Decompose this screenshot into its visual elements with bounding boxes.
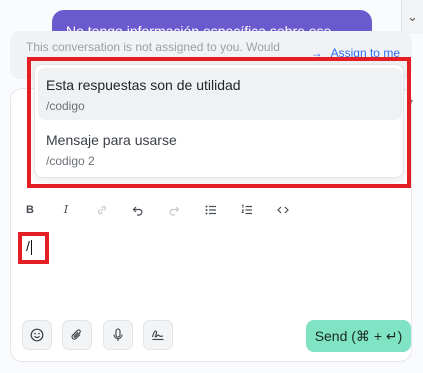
bold-icon[interactable]: B — [22, 200, 38, 220]
attach-file-button[interactable] — [62, 320, 92, 350]
send-label: Send (⌘ + ↵) — [314, 328, 403, 344]
microphone-icon — [113, 328, 123, 341]
scroll-down-button[interactable]: ⌄ — [401, 0, 423, 34]
signature-icon — [151, 330, 164, 341]
emoji-button[interactable] — [22, 320, 52, 350]
popup-highlight-box — [27, 57, 411, 188]
bullet-list-icon[interactable] — [203, 200, 219, 220]
editor-highlight-box — [18, 232, 49, 264]
chevron-down-icon: ⌄ — [407, 9, 418, 24]
notice-text: This conversation is not assigned to you… — [26, 40, 280, 54]
chat-screen: No tengo información específica sobre es… — [0, 0, 423, 373]
emoji-icon — [30, 328, 44, 342]
redo-icon[interactable] — [166, 200, 182, 220]
link-icon[interactable] — [94, 200, 110, 220]
undo-icon[interactable] — [130, 200, 146, 220]
send-button[interactable]: Send (⌘ + ↵) — [306, 320, 411, 352]
numbered-list-icon[interactable] — [239, 200, 255, 220]
code-icon[interactable] — [275, 200, 291, 220]
signature-button[interactable] — [143, 320, 173, 350]
italic-icon[interactable]: I — [58, 200, 74, 220]
attachment-icon — [71, 329, 81, 340]
voice-record-button[interactable] — [103, 320, 133, 350]
